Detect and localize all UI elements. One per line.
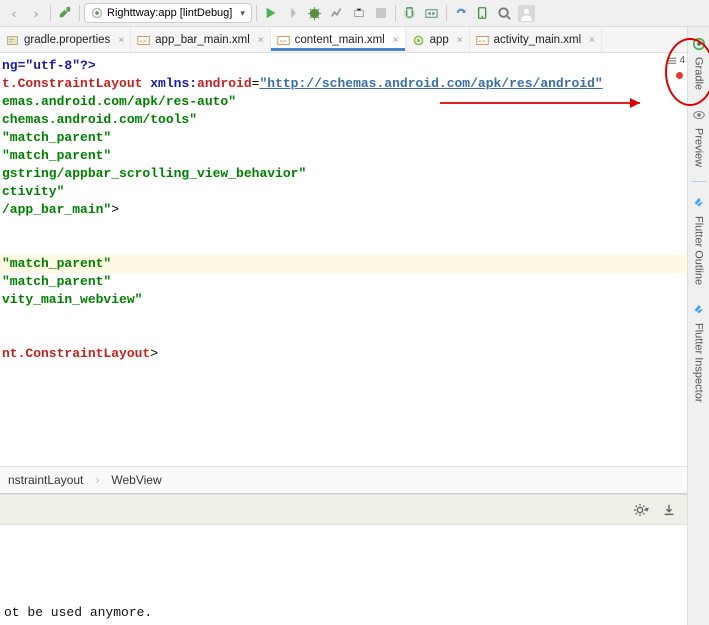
- code-editor[interactable]: ng="utf-8"?> t.ConstraintLayout xmlns:an…: [0, 53, 687, 466]
- sync-icon[interactable]: [451, 3, 471, 23]
- tab-label: gradle.properties: [24, 34, 110, 46]
- close-icon[interactable]: ×: [457, 35, 463, 46]
- close-icon[interactable]: ×: [258, 35, 264, 46]
- debug-icon[interactable]: [305, 3, 325, 23]
- editor-tabbar: gradle.properties × <> app_bar_main.xml …: [0, 27, 709, 53]
- run-config-dropdown[interactable]: Righttway:app [lintDebug]: [84, 3, 252, 23]
- tab-label: app: [430, 34, 449, 46]
- tab-label: app_bar_main.xml: [155, 34, 250, 46]
- bottom-pane-body: ot be used anymore.: [0, 525, 687, 624]
- avd-manager-icon[interactable]: [400, 3, 420, 23]
- apply-changes-icon[interactable]: [283, 3, 303, 23]
- tab-app-module[interactable]: app ×: [406, 28, 470, 52]
- nav-back-icon[interactable]: ‹: [4, 3, 24, 23]
- error-marker[interactable]: [675, 71, 684, 80]
- bottom-tool-window: ▾ ot be used anymore.: [0, 494, 687, 625]
- problems-stripe[interactable]: 4: [673, 53, 687, 466]
- svg-text:<>: <>: [140, 37, 147, 44]
- tab-gradle-properties[interactable]: gradle.properties ×: [0, 28, 131, 52]
- svg-text:<>: <>: [279, 37, 286, 44]
- gear-icon[interactable]: ▾: [631, 500, 651, 520]
- tab-label: activity_main.xml: [494, 34, 582, 46]
- device-manager-icon[interactable]: [473, 3, 493, 23]
- flutter-inspector-tab[interactable]: Flutter Inspector: [692, 299, 706, 406]
- message-text: ot be used anymore.: [4, 605, 152, 620]
- preview-tool-window-tab[interactable]: Preview: [692, 104, 706, 171]
- gradle-tool-window-tab[interactable]: Gradle: [692, 33, 706, 94]
- bottom-pane-toolbar: ▾: [0, 495, 687, 525]
- build-hammer-icon[interactable]: [55, 3, 75, 23]
- chevron-right-icon: ›: [95, 473, 99, 487]
- tab-activity-main-xml[interactable]: <> activity_main.xml ×: [470, 28, 602, 52]
- run-icon[interactable]: [261, 3, 281, 23]
- download-icon[interactable]: [659, 500, 679, 520]
- profiler-icon[interactable]: [327, 3, 347, 23]
- run-config-label: Righttway:app [lintDebug]: [107, 7, 232, 19]
- sdk-manager-icon[interactable]: [422, 3, 442, 23]
- close-icon[interactable]: ×: [589, 35, 595, 46]
- right-sidebar: Gradle Preview Flutter Outline Flutter I…: [687, 27, 709, 625]
- avatar-icon[interactable]: [517, 3, 537, 23]
- close-icon[interactable]: ×: [393, 35, 399, 46]
- search-icon[interactable]: [495, 3, 515, 23]
- tab-content-main-xml[interactable]: <> content_main.xml ×: [271, 28, 406, 52]
- nav-fwd-icon[interactable]: ›: [26, 3, 46, 23]
- svg-text:<>: <>: [478, 37, 485, 44]
- flutter-outline-tab[interactable]: Flutter Outline: [692, 192, 706, 289]
- problems-count[interactable]: 4: [667, 55, 685, 66]
- attach-debugger-icon[interactable]: [349, 3, 369, 23]
- editor-breadcrumb: nstraintLayout › WebView: [0, 466, 687, 494]
- breadcrumb-item[interactable]: nstraintLayout: [8, 473, 83, 487]
- breadcrumb-item[interactable]: WebView: [111, 473, 161, 487]
- close-icon[interactable]: ×: [118, 35, 124, 46]
- stop-icon[interactable]: [371, 3, 391, 23]
- tab-label: content_main.xml: [295, 34, 385, 46]
- main-toolbar: ‹ › Righttway:app [lintDebug]: [0, 0, 709, 27]
- tab-app-bar-main-xml[interactable]: <> app_bar_main.xml ×: [131, 28, 270, 52]
